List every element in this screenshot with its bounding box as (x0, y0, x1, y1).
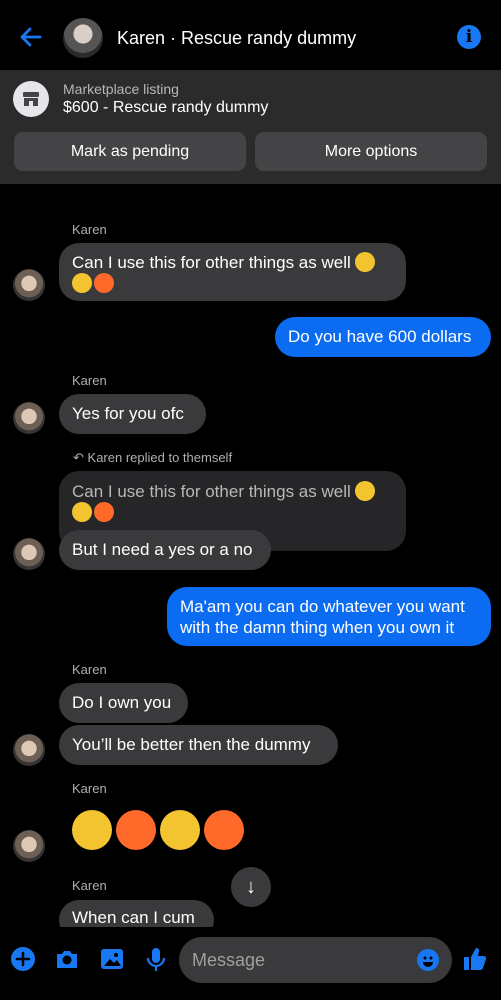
conversation-header: Karen · Rescue randy dummy i (0, 0, 501, 70)
outgoing-message[interactable]: Do you have 600 dollars (275, 317, 491, 357)
avatar[interactable] (13, 830, 45, 862)
plus-icon[interactable] (10, 946, 36, 972)
marketplace-listing-banner: Marketplace listing $600 - Rescue randy … (0, 70, 501, 184)
message-input[interactable] (179, 937, 452, 983)
message-text-line: with the damn thing when you own it (180, 618, 455, 637)
sender-name: Karen (72, 222, 107, 237)
smirk-emoji-icon (160, 810, 200, 850)
smirk-emoji-icon (72, 810, 112, 850)
back-arrow-icon[interactable] (18, 24, 44, 50)
hot-face-emoji-icon (116, 810, 156, 850)
message-text-line: Ma'am you can do whatever you want (180, 597, 465, 616)
camera-icon[interactable] (54, 946, 80, 972)
hot-face-emoji-icon (94, 273, 114, 293)
quoted-text: Can I use this for other things as well (72, 482, 351, 501)
contact-avatar[interactable] (63, 18, 103, 58)
composer-bar (0, 927, 501, 1000)
smirk-emoji-icon (355, 481, 376, 501)
outgoing-message[interactable]: Ma'am you can do whatever you want with … (167, 587, 491, 646)
smirk-emoji-icon (72, 273, 92, 293)
message-text: You’ll be better then the dummy (72, 735, 311, 754)
sender-name: Karen (72, 878, 107, 893)
thumbs-up-icon[interactable] (462, 946, 488, 972)
message-text: When can I cum (72, 908, 195, 927)
emoji-message[interactable] (72, 810, 262, 854)
incoming-message[interactable]: You’ll be better then the dummy (59, 725, 338, 765)
image-icon[interactable] (99, 946, 125, 972)
message-text: Can I use this for other things as well (72, 253, 351, 272)
emoji-icon[interactable] (417, 949, 439, 971)
listing-label: Marketplace listing (63, 81, 179, 97)
avatar[interactable] (13, 269, 45, 301)
reply-arrow-icon: ↶ (73, 450, 84, 465)
store-icon (13, 81, 49, 117)
message-text: Do I own you (72, 693, 172, 712)
conversation-title[interactable]: Karen · Rescue randy dummy (117, 28, 356, 49)
incoming-message[interactable]: Yes for you ofc (59, 394, 206, 434)
message-text: Yes for you ofc (72, 404, 184, 423)
microphone-icon[interactable] (143, 946, 169, 972)
sender-name: Karen (72, 373, 107, 388)
avatar[interactable] (13, 402, 45, 434)
more-options-button[interactable]: More options (255, 132, 487, 171)
incoming-message[interactable]: But I need a yes or a no (59, 530, 271, 570)
avatar[interactable] (13, 734, 45, 766)
message-text: But I need a yes or a no (72, 540, 253, 559)
hot-face-emoji-icon (204, 810, 244, 850)
mark-as-pending-button[interactable]: Mark as pending (14, 132, 246, 171)
smirk-emoji-icon (72, 502, 92, 522)
smirk-emoji-icon (355, 252, 376, 272)
sender-name: Karen (72, 662, 107, 677)
arrow-down-icon: ↓ (246, 876, 256, 898)
sender-name: Karen (72, 781, 107, 796)
avatar[interactable] (13, 538, 45, 570)
hot-face-emoji-icon (94, 502, 114, 522)
scroll-down-button[interactable]: ↓ (231, 867, 271, 907)
incoming-message[interactable]: Can I use this for other things as well (59, 243, 406, 301)
reply-note: ↶ Karen replied to themself (73, 450, 232, 466)
message-text: Do you have 600 dollars (288, 327, 472, 346)
incoming-message[interactable]: Do I own you (59, 683, 188, 723)
listing-title[interactable]: $600 - Rescue randy dummy (63, 99, 268, 117)
reply-note-text: Karen replied to themself (87, 450, 233, 465)
info-icon[interactable]: i (457, 25, 481, 49)
